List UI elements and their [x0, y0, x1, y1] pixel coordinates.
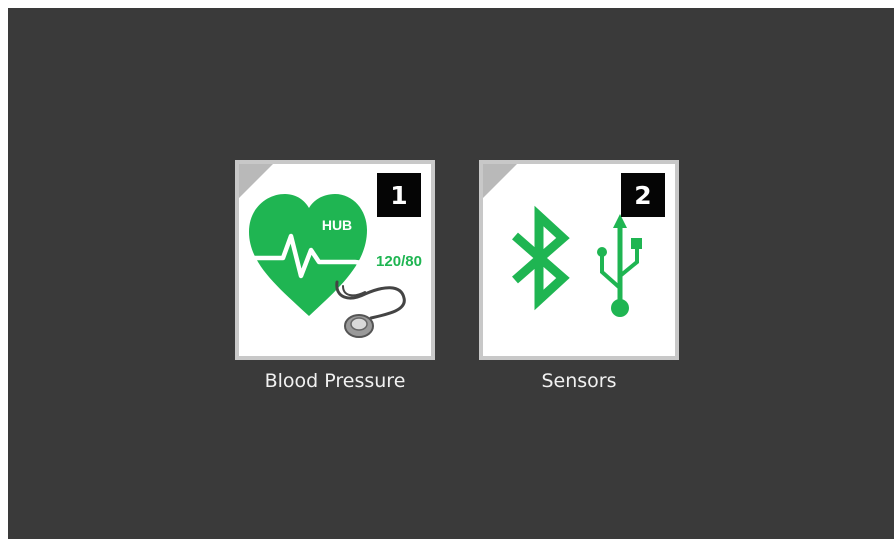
tile-frame: HUB 120/80 1 — [235, 160, 435, 360]
tile-face: 2 — [483, 164, 675, 356]
tile-face: HUB 120/80 1 — [239, 164, 431, 356]
number-badge: 1 — [377, 173, 421, 217]
tile-frame: 2 — [479, 160, 679, 360]
app-label: Sensors — [541, 370, 617, 392]
icon-text-reading: 120/80 — [376, 253, 422, 270]
app-tile-blood-pressure[interactable]: HUB 120/80 1 Blood Pressure — [235, 160, 435, 398]
icon-text-hub: HUB — [322, 217, 352, 233]
corner-fold — [483, 164, 517, 198]
home-screen: HUB 120/80 1 Blood Pressure 2 Sensors — [8, 8, 894, 539]
usb-icon — [597, 214, 642, 317]
number-badge: 2 — [621, 173, 665, 217]
stethoscope-tube — [335, 280, 406, 320]
bluetooth-icon — [512, 205, 570, 311]
app-tile-sensors[interactable]: 2 Sensors — [479, 160, 679, 398]
app-label: Blood Pressure — [264, 370, 406, 392]
corner-fold — [239, 164, 273, 198]
